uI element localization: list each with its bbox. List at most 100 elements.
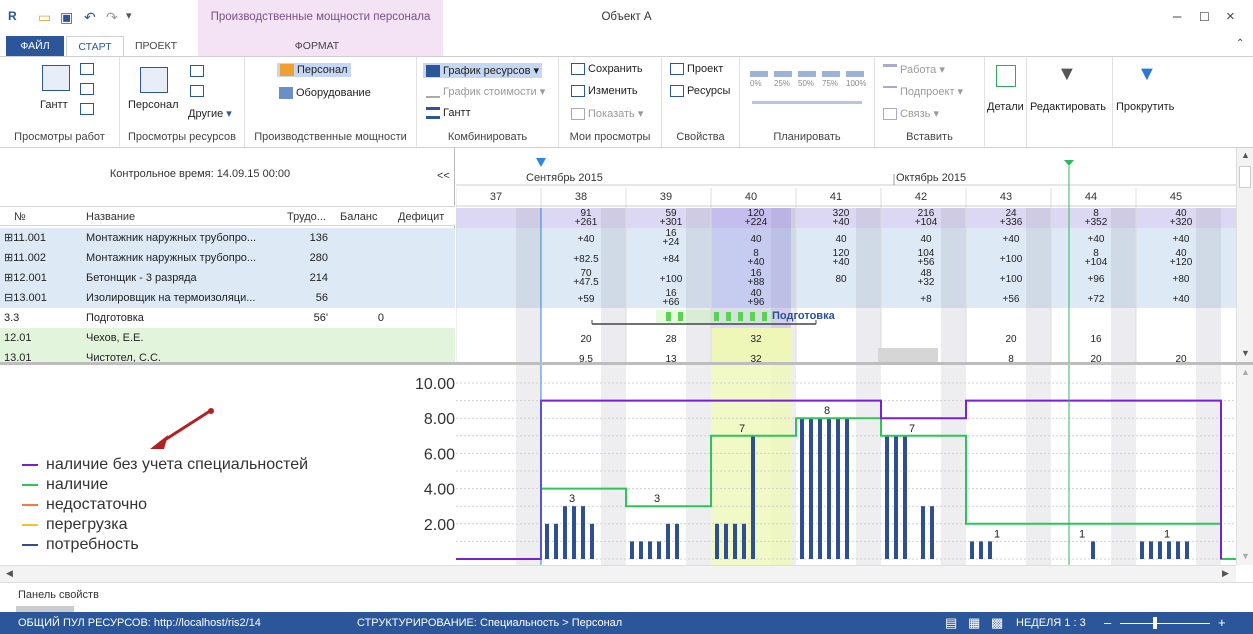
tab-project[interactable]: ПРОЕКТ — [128, 36, 184, 56]
col-no[interactable]: № — [14, 211, 26, 223]
table-row[interactable]: 3.3 Подготовка 56' 0 — [0, 308, 455, 328]
small-view-icon[interactable] — [190, 65, 204, 77]
cell-value: 80 — [835, 274, 847, 285]
weekend-shade — [1111, 365, 1136, 565]
capacity-equipment-button[interactable]: Оборудование — [279, 87, 371, 100]
data-label: 8 — [824, 405, 830, 417]
chart-vertical-scrollbar[interactable]: ▲ ▼ — [1236, 365, 1253, 565]
zoom-in-icon[interactable]: + — [1218, 615, 1226, 630]
details-icon — [996, 65, 1016, 87]
insert-link-button[interactable]: Связь ▾ — [883, 107, 939, 121]
scroll-button[interactable]: Прокрутить — [1116, 101, 1174, 113]
insert-work-button[interactable]: Работа ▾ — [883, 63, 945, 76]
percent-complete-icon[interactable] — [750, 71, 768, 77]
table-row[interactable]: ⊟13.001 Изолировщик на термоизоляци... 56 — [0, 288, 455, 308]
tab-file[interactable]: ФАЙЛ — [6, 36, 64, 56]
percent-complete-label: 25% — [774, 79, 791, 88]
resources-properties-button[interactable]: Ресурсы — [670, 85, 730, 98]
demand-bar — [921, 506, 925, 559]
cost-chart-button[interactable]: График стоимости ▾ — [426, 85, 545, 99]
gantt-view-button[interactable]: Гантт — [40, 99, 68, 111]
legend-swatch — [22, 503, 38, 506]
filter-icon: ▼ — [1057, 63, 1077, 85]
small-view-icon[interactable] — [80, 103, 94, 115]
view-chart-icon[interactable]: ▩ — [991, 615, 1003, 631]
personnel-view-button[interactable]: Персонал — [128, 99, 179, 111]
cost-chart-label: График стоимости — [443, 86, 537, 98]
col-deficit[interactable]: Дефицит — [398, 211, 444, 223]
show-view-button[interactable]: Показать ▾ — [571, 107, 643, 121]
timeline-grid: Сентябрь 2015 Октябрь 2015 37 38 39 40 41 42 43 4… — [456, 148, 1236, 362]
horizontal-scrollbar[interactable]: ◀ ▶ — [0, 565, 1236, 582]
group-combine: График ресурсов ▾ График стоимости ▾ Ган… — [417, 57, 559, 147]
tab-start[interactable]: СТАРТ — [66, 36, 124, 56]
small-view-icon[interactable] — [190, 85, 204, 97]
view-grid-icon[interactable]: ▦ — [968, 615, 980, 631]
save-view-button[interactable]: Сохранить — [571, 63, 643, 76]
vertical-scrollbar[interactable]: ▲ ▼ — [1236, 148, 1253, 362]
demand-bar — [809, 418, 813, 559]
save-view-icon — [571, 63, 585, 76]
demand-bar — [733, 523, 737, 559]
cell-value: +80 — [1173, 274, 1190, 285]
combine-gantt-button[interactable]: Гантт — [426, 107, 471, 120]
group-edit: ▼ Редактировать — [1027, 57, 1113, 147]
table-row[interactable]: 12.01 Чехов, Е.Е. — [0, 328, 455, 348]
combine-gantt-label: Гантт — [443, 107, 471, 119]
resource-pool-status: ОБЩИЙ ПУЛ РЕСУРСОВ: http://localhost/ris… — [18, 617, 261, 629]
col-balance[interactable]: Баланс — [340, 211, 377, 223]
collapse-pane-button[interactable]: << — [437, 170, 450, 182]
week-label: 43 — [1000, 191, 1012, 203]
other-views-button[interactable]: Другие ▾ — [188, 107, 232, 120]
tab-format[interactable]: ФОРМАТ — [262, 36, 372, 56]
zoom-slider-thumb[interactable] — [1153, 617, 1157, 629]
demand-bar — [590, 523, 594, 559]
scroll-thumb[interactable] — [1239, 166, 1251, 188]
details-button[interactable]: Детали — [987, 101, 1024, 113]
table-row[interactable]: ⊞12.001 Бетонщик - 3 разряда 214 — [0, 268, 455, 288]
resource-chart-button[interactable]: График ресурсов ▾ — [423, 63, 543, 79]
capacity-personnel-button[interactable]: Персонал — [277, 63, 351, 78]
scroll-up-icon[interactable]: ▲ — [1241, 150, 1250, 160]
collapse-ribbon-icon[interactable]: ⌃ — [1236, 38, 1244, 49]
resource-grid: Контрольное время: 14.09.15 00:00 << № Н… — [0, 148, 455, 368]
cell-balance: 0 — [377, 312, 384, 324]
other-views-label: Другие — [188, 108, 224, 120]
edit-button[interactable]: Редактировать — [1030, 101, 1106, 113]
properties-panel-label[interactable]: Панель свойств — [18, 589, 99, 601]
zoom-slider[interactable] — [1120, 623, 1210, 624]
table-row[interactable]: ⊞11.001 Монтажник наружных трубопро... 136 — [0, 228, 455, 248]
equipment-icon — [279, 87, 293, 100]
percent-complete-icon[interactable] — [798, 71, 816, 77]
scroll-down-icon[interactable]: ▼ — [1241, 551, 1250, 561]
cell-bottom-value: +224 — [745, 217, 768, 228]
cell-value: +72 — [1088, 294, 1105, 305]
cell-bottom-value: +104 — [915, 217, 938, 228]
view-normal-icon[interactable]: ▤ — [945, 615, 957, 631]
insert-subproject-button[interactable]: Подпроект ▾ — [883, 85, 963, 98]
percent-complete-icon[interactable] — [774, 71, 792, 77]
scroll-right-icon[interactable]: ▶ — [1222, 568, 1229, 579]
small-view-icon[interactable] — [80, 63, 94, 75]
zoom-out-icon[interactable]: – — [1104, 615, 1111, 630]
plan-tools-icon[interactable] — [752, 101, 862, 109]
project-properties-button[interactable]: Проект — [670, 63, 723, 76]
change-view-button[interactable]: Изменить — [571, 85, 638, 98]
percent-complete-icon[interactable] — [822, 71, 840, 77]
scroll-down-icon[interactable]: ▼ — [1241, 348, 1250, 358]
maximize-icon[interactable]: ☐ — [1199, 10, 1210, 24]
project-icon — [670, 63, 684, 76]
cell-value: +59 — [578, 294, 595, 305]
col-labor[interactable]: Трудо... — [287, 211, 326, 223]
minimize-icon[interactable]: – — [1173, 8, 1181, 25]
data-label: 1 — [994, 528, 1000, 540]
table-row[interactable]: ⊞11.002 Монтажник наружных трубопро... 280 — [0, 248, 455, 268]
weekend-shade — [686, 208, 711, 362]
scroll-up-icon[interactable]: ▲ — [1241, 367, 1250, 377]
col-name[interactable]: Название — [86, 211, 135, 223]
scroll-left-icon[interactable]: ◀ — [6, 568, 13, 579]
percent-complete-icon[interactable] — [846, 71, 864, 77]
small-view-icon[interactable] — [80, 83, 94, 95]
grid-header: № Название Трудо... Баланс Дефицит — [0, 206, 455, 226]
close-icon[interactable]: × — [1226, 8, 1235, 25]
